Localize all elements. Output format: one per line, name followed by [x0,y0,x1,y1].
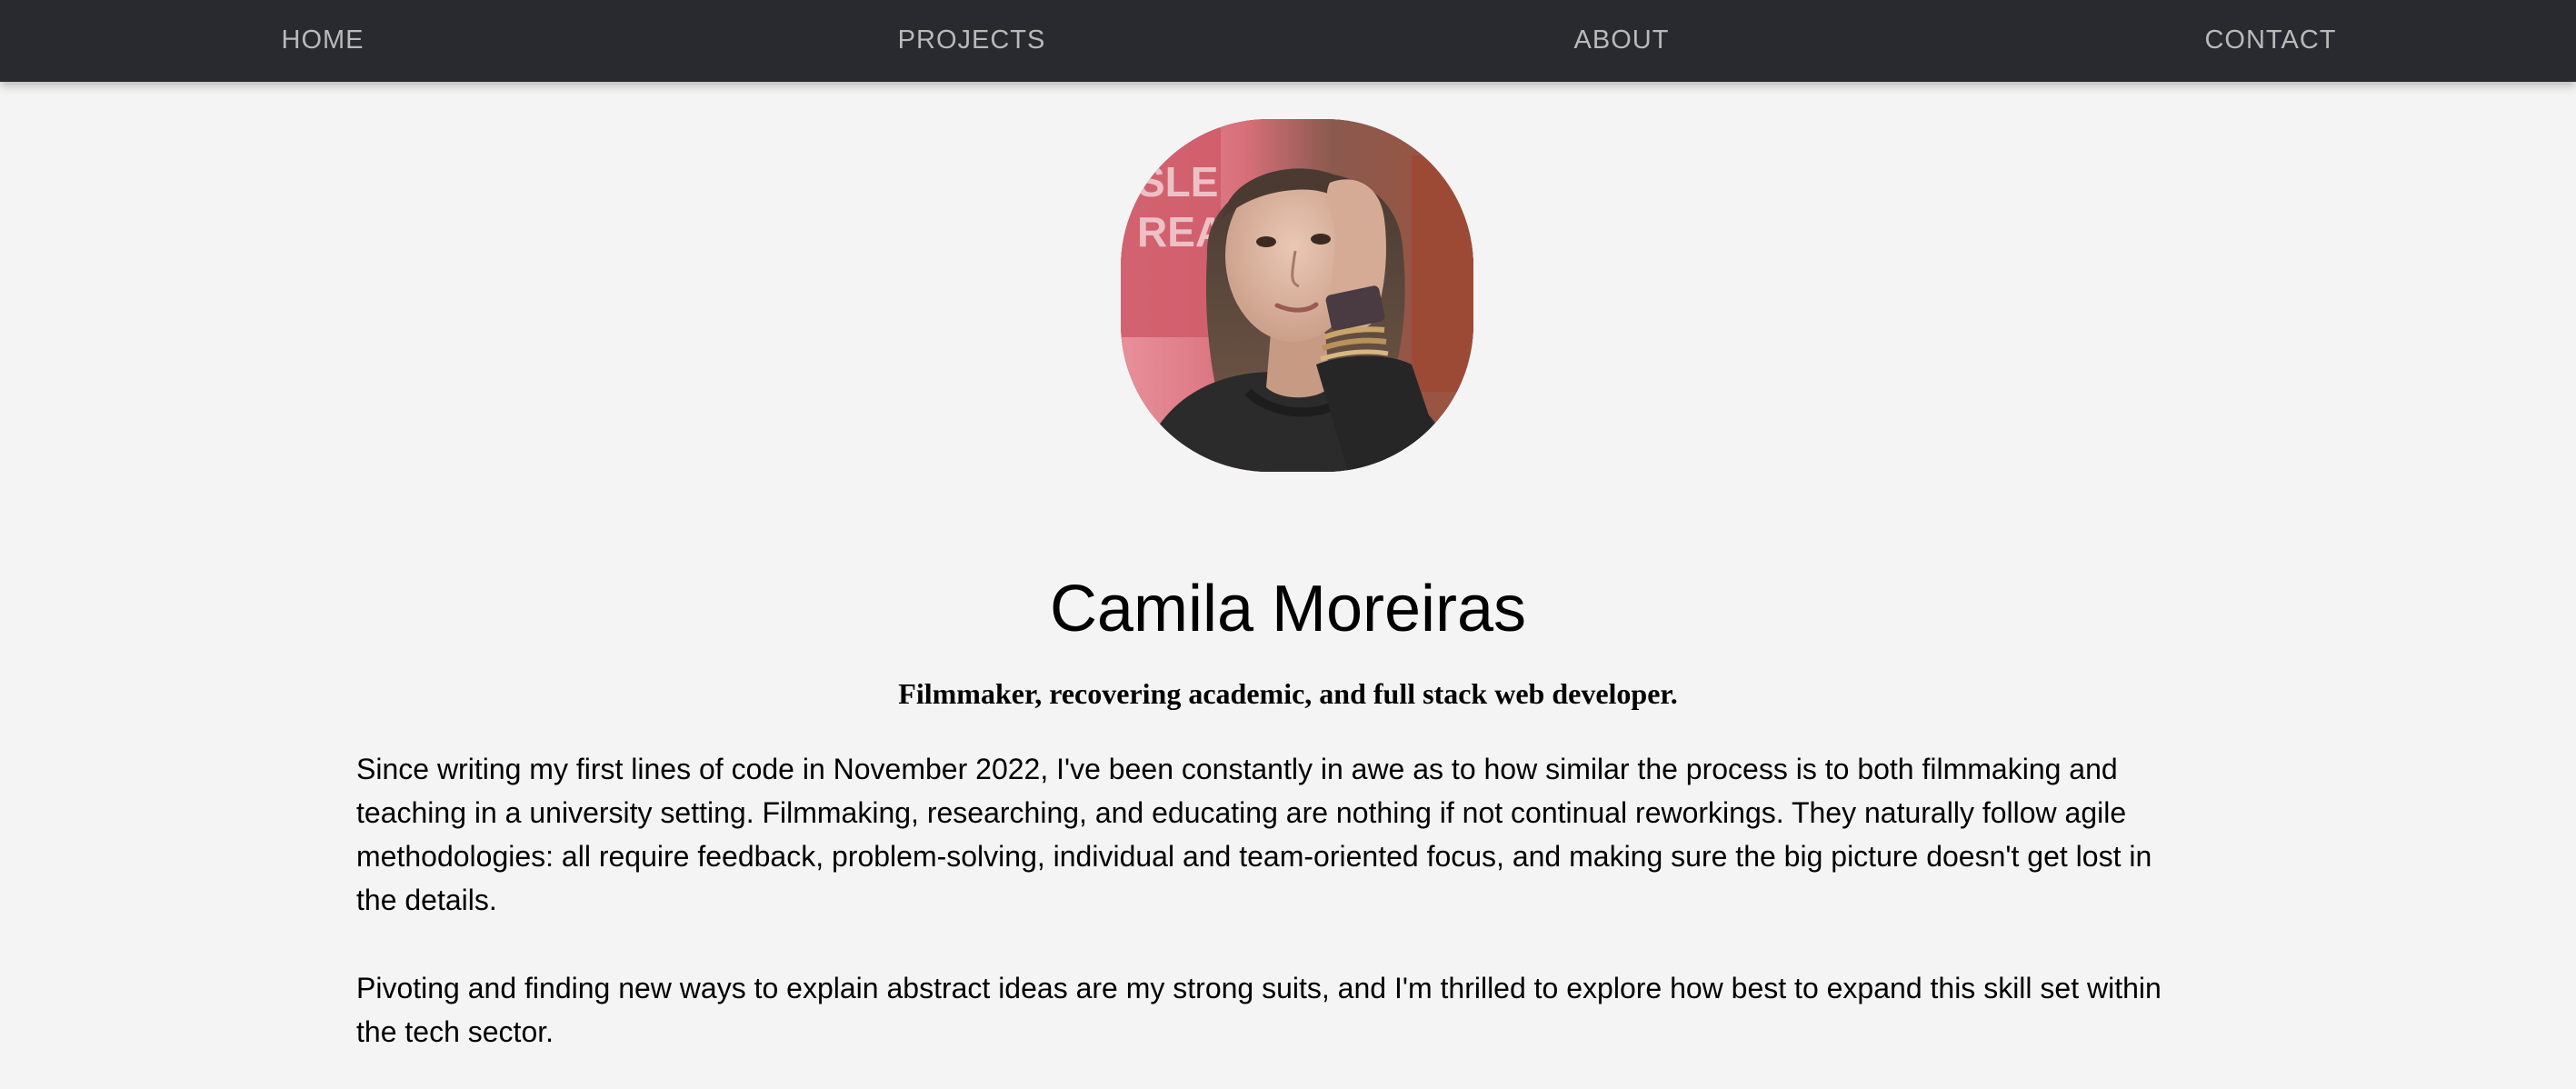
profile-tagline: Filmmaker, recovering academic, and full… [898,677,1678,710]
nav-about-link[interactable]: ABOUT [1574,0,1670,82]
profile-photo: SLE REA [1121,119,1473,472]
top-navbar: HOME PROJECTS ABOUT CONTACT [0,0,2576,82]
bio-paragraph-1: Since writing my first lines of code in … [356,753,2152,916]
portrait-photo-icon: SLE REA [1121,119,1473,472]
nav-projects-link[interactable]: PROJECTS [898,0,1046,82]
nav-home-link[interactable]: HOME [282,0,364,82]
svg-text:SLE: SLE [1137,158,1218,205]
profile-name: Camila Moreiras [1049,573,1527,645]
bio-paragraph-2: Pivoting and finding new ways to explain… [356,972,2162,1048]
nav-contact-link[interactable]: CONTACT [2204,0,2336,82]
